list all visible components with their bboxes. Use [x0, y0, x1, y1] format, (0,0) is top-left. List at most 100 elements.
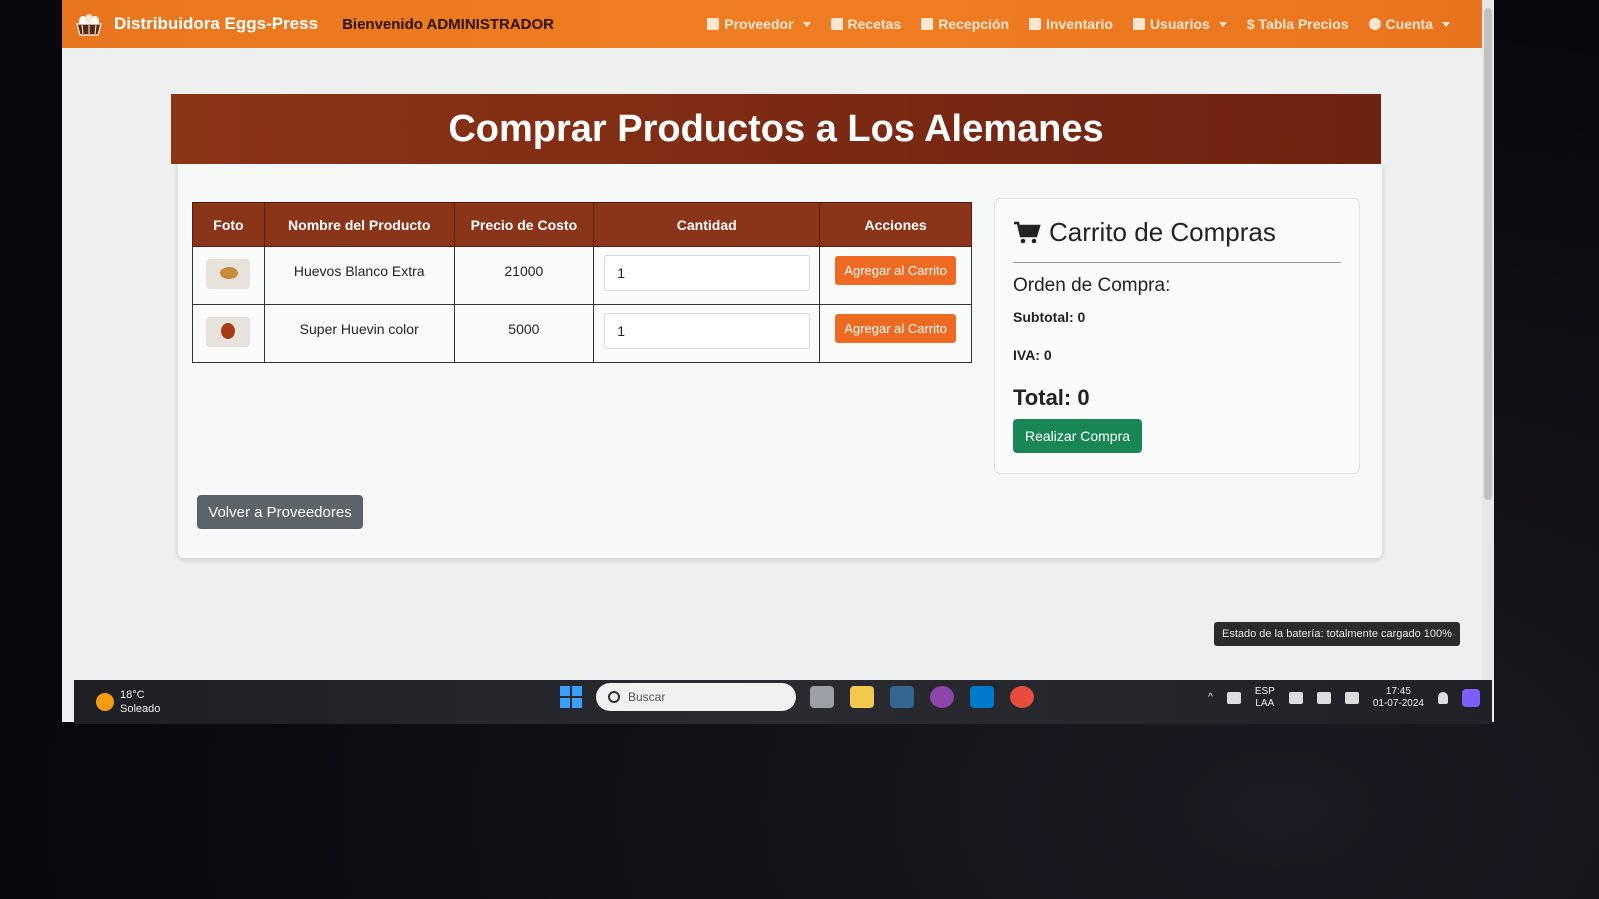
product-photo — [206, 259, 251, 289]
windows-start-icon[interactable] — [560, 686, 582, 708]
nav-label: $ Tabla Precios — [1246, 16, 1349, 32]
add-to-cart-button[interactable]: Agregar al Carrito — [835, 314, 956, 343]
product-photo-cell — [192, 304, 265, 363]
product-name: Huevos Blanco Extra — [263, 246, 455, 305]
chrome-icon[interactable] — [1010, 686, 1034, 708]
nav-label: Recetas — [847, 16, 902, 32]
nav-label: Inventario — [1046, 16, 1113, 32]
battery-tooltip: Estado de la batería: totalmente cargado… — [1214, 622, 1460, 646]
weather-widget[interactable]: 18°C Soleado — [96, 688, 160, 716]
nav-label: Proveedor — [724, 16, 794, 32]
user-circle-icon — [1368, 18, 1381, 30]
sun-icon — [96, 693, 114, 711]
users-icon — [1132, 18, 1145, 30]
product-price: 21000 — [453, 246, 595, 305]
nav-item-usuarios[interactable]: Usuarios — [1132, 16, 1227, 32]
actions-cell: Agregar al Carrito — [819, 246, 972, 305]
search-placeholder: Buscar — [628, 690, 666, 704]
language-indicator[interactable]: ESP LAA — [1255, 686, 1275, 710]
chevron-up-icon[interactable]: ^ — [1208, 692, 1213, 704]
search-icon — [608, 691, 620, 703]
products-table: Foto Nombre del Producto Precio de Costo… — [192, 202, 972, 363]
cart-title: Carrito de Compras — [1049, 217, 1276, 247]
shopping-cart-panel: Carrito de Compras Orden de Compra: Subt… — [994, 198, 1360, 474]
table-header-row: Foto Nombre del Producto Precio de Costo… — [192, 202, 972, 247]
column-header-cantidad: Cantidad — [593, 202, 821, 247]
taskbar-search[interactable]: Buscar — [596, 683, 796, 711]
quantity-cell — [593, 246, 821, 305]
wifi-icon[interactable] — [1288, 692, 1303, 704]
nav-item-inventario[interactable]: Inventario — [1029, 16, 1113, 32]
column-header-precio: Precio de Costo — [453, 202, 595, 247]
checkout-button[interactable]: Realizar Compra — [1013, 419, 1143, 453]
nav-label: Usuarios — [1149, 16, 1210, 32]
book-icon — [830, 18, 843, 30]
quantity-input[interactable] — [604, 313, 811, 349]
date: 01-07-2024 — [1372, 698, 1424, 709]
iva: IVA: 0 — [1013, 347, 1052, 363]
cloud-icon[interactable] — [1226, 692, 1241, 704]
lang-code: ESP — [1254, 686, 1275, 697]
quantity-input[interactable] — [604, 255, 811, 291]
total: Total: 0 — [1013, 385, 1090, 410]
nav-label: Cuenta — [1385, 16, 1433, 32]
github-desktop-icon[interactable] — [930, 686, 954, 708]
add-to-cart-button[interactable]: Agregar al Carrito — [835, 256, 956, 285]
column-header-foto: Foto — [192, 202, 265, 247]
column-header-acciones: Acciones — [819, 202, 972, 247]
product-photo — [206, 317, 251, 347]
clipboard-icon — [707, 18, 720, 30]
warehouse-icon — [1029, 18, 1042, 30]
nav-item-cuenta[interactable]: Cuenta — [1368, 16, 1450, 32]
weather-status: Soleado — [120, 703, 161, 715]
product-name: Super Huevin color — [263, 304, 455, 363]
product-price: 5000 — [453, 304, 595, 363]
scrollbar-thumb[interactable] — [1484, 8, 1492, 500]
column-header-nombre: Nombre del Producto — [263, 202, 455, 247]
lang-layout: LAA — [1255, 698, 1275, 709]
welcome-text: Bienvenido ADMINISTRADOR — [342, 15, 555, 33]
brand[interactable]: Distribuidora Eggs-Press — [74, 11, 318, 37]
battery-icon[interactable] — [1344, 692, 1359, 704]
nav-label: Recepción — [938, 16, 1010, 32]
nav-item-recepcion[interactable]: Recepción — [921, 16, 1009, 32]
taskbar: 18°C Soleado Buscar ^ ESP LAA 17:45 01-0… — [74, 680, 1492, 724]
subtotal: Subtotal: 0 — [1013, 309, 1086, 325]
order-label: Orden de Compra: — [1013, 275, 1171, 296]
postgresql-icon[interactable] — [890, 686, 914, 708]
table-row: Super Huevin color 5000 Agregar al Carri… — [192, 304, 972, 363]
nav-menu: Proveedor Recetas Recepción Inventario U… — [707, 16, 1450, 32]
task-view-icon[interactable] — [810, 686, 834, 708]
quantity-cell — [593, 304, 821, 363]
system-tray: ^ ESP LAA 17:45 01-07-2024 — [1208, 686, 1480, 710]
monitor-frame: Distribuidora Eggs-Press Bienvenido ADMI… — [0, 0, 1599, 899]
shopping-cart-icon — [1014, 221, 1041, 243]
copilot-icon[interactable] — [1462, 689, 1480, 707]
back-to-providers-button[interactable]: Volver a Proveedores — [197, 495, 363, 529]
table-row: Huevos Blanco Extra 21000 Agregar al Car… — [192, 246, 972, 305]
caret-down-icon — [1218, 21, 1227, 27]
divider — [1013, 262, 1341, 263]
nav-item-recetas[interactable]: Recetas — [830, 16, 902, 32]
browser-viewport: Distribuidora Eggs-Press Bienvenido ADMI… — [62, 0, 1494, 722]
notification-bell-icon[interactable] — [1438, 692, 1448, 704]
vscode-icon[interactable] — [970, 686, 994, 708]
time: 17:45 — [1385, 686, 1411, 697]
brand-name: Distribuidora Eggs-Press — [114, 14, 319, 33]
volume-icon[interactable] — [1316, 692, 1331, 704]
nav-item-tabla-precios[interactable]: $ Tabla Precios — [1247, 16, 1349, 32]
caret-down-icon — [802, 21, 811, 27]
taskbar-apps — [810, 686, 1034, 708]
file-explorer-icon[interactable] — [850, 686, 874, 708]
top-navbar: Distribuidora Eggs-Press Bienvenido ADMI… — [62, 0, 1482, 48]
cart-header: Carrito de Compras — [1013, 217, 1341, 248]
product-photo-cell — [192, 246, 265, 305]
nav-item-proveedor[interactable]: Proveedor — [707, 16, 811, 32]
caret-down-icon — [1442, 21, 1450, 27]
clock[interactable]: 17:45 01-07-2024 — [1373, 686, 1424, 710]
actions-cell: Agregar al Carrito — [819, 304, 972, 363]
page-title: Comprar Productos a Los Alemanes — [171, 94, 1381, 164]
inbox-icon — [921, 18, 934, 30]
page-scrollbar[interactable] — [1482, 0, 1494, 680]
temperature: 18°C — [120, 689, 145, 701]
